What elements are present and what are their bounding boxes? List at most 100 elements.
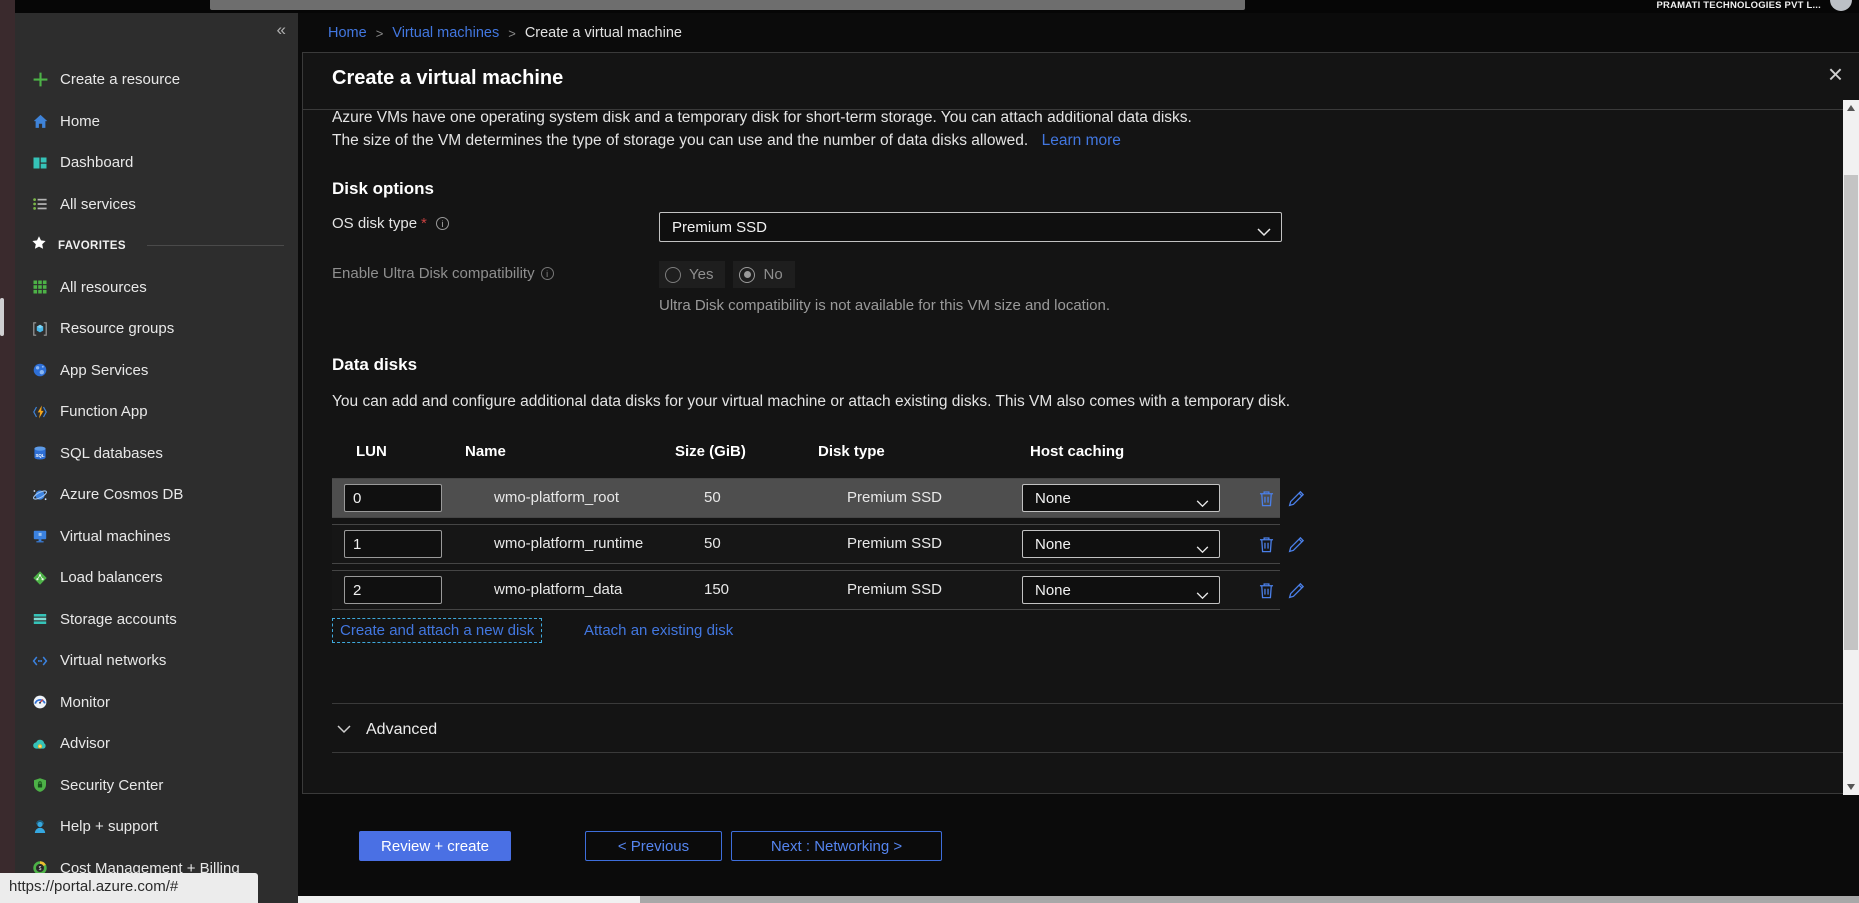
disk-size: 50 xyxy=(704,535,721,552)
disk-type: Premium SSD xyxy=(847,581,942,598)
sidebar-item-virtual-machines[interactable]: Virtual machines xyxy=(15,516,298,558)
window-edge-strip xyxy=(0,0,15,903)
sidebar-item-load-balancers[interactable]: Load balancers xyxy=(15,557,298,599)
tenant-name[interactable]: PRAMATI TECHNOLOGIES PVT L... xyxy=(1657,0,1822,13)
os-disk-type-dropdown[interactable]: Premium SSD xyxy=(659,212,1282,242)
host-caching-value: None xyxy=(1035,536,1071,553)
sidebar-item-storage-accounts[interactable]: Storage accounts xyxy=(15,599,298,641)
os-disk-type-value: Premium SSD xyxy=(672,219,767,236)
ultra-disk-radio-no[interactable]: No xyxy=(733,261,794,288)
radio-yes-label: Yes xyxy=(689,266,713,283)
ultra-disk-label-row: Enable Ultra Disk compatibility xyxy=(332,265,554,282)
sidebar-menu: Create a resource Home Dashboard All ser… xyxy=(15,59,298,889)
edit-disk-icon[interactable] xyxy=(1287,534,1307,556)
lun-input[interactable] xyxy=(344,484,442,512)
function-app-icon xyxy=(31,403,49,421)
sidebar-item-all-resources[interactable]: All resources xyxy=(15,267,298,309)
sidebar-item-help-support[interactable]: Help + support xyxy=(15,806,298,848)
sidebar-item-advisor[interactable]: Advisor xyxy=(15,723,298,765)
avatar[interactable] xyxy=(1830,0,1852,11)
horizontal-scrollbar[interactable] xyxy=(298,896,1859,903)
sidebar-item-label: Create a resource xyxy=(60,71,180,88)
radio-unselected-icon xyxy=(665,267,681,283)
ultra-disk-radio-yes[interactable]: Yes xyxy=(659,261,725,288)
breadcrumb: Home > Virtual machines > Create a virtu… xyxy=(328,21,682,45)
star-icon xyxy=(31,235,47,256)
create-attach-new-disk-link[interactable]: Create and attach a new disk xyxy=(332,618,542,643)
radio-no-label: No xyxy=(763,266,782,283)
sidebar-item-label: App Services xyxy=(60,362,148,379)
host-caching-dropdown[interactable]: None xyxy=(1022,576,1220,604)
sidebar-item-label: Help + support xyxy=(60,818,158,835)
host-caching-value: None xyxy=(1035,582,1071,599)
host-caching-dropdown[interactable]: None xyxy=(1022,530,1220,558)
sidebar-item-function-app[interactable]: Function App xyxy=(15,391,298,433)
radio-selected-icon xyxy=(739,267,755,283)
sidebar-item-dashboard[interactable]: Dashboard xyxy=(15,142,298,184)
divider xyxy=(332,703,1843,704)
breadcrumb-virtual-machines[interactable]: Virtual machines xyxy=(392,25,499,41)
info-icon[interactable] xyxy=(541,267,554,280)
info-icon[interactable] xyxy=(436,217,449,230)
plus-icon xyxy=(31,71,49,89)
sidebar-item-azure-cosmos-db[interactable]: Azure Cosmos DB xyxy=(15,474,298,516)
delete-disk-icon[interactable] xyxy=(1257,488,1277,510)
delete-disk-icon[interactable] xyxy=(1257,534,1277,556)
disk-options-heading: Disk options xyxy=(332,179,434,199)
favorites-label: FAVORITES xyxy=(58,240,126,252)
scrollbar-thumb[interactable] xyxy=(1844,175,1858,650)
sidebar-item-label: Virtual machines xyxy=(60,528,171,545)
intro-line-2: The size of the VM determines the type o… xyxy=(332,132,1028,149)
main-content: Home > Virtual machines > Create a virtu… xyxy=(298,13,1859,903)
chevron-down-icon xyxy=(1257,224,1271,241)
sidebar-item-home[interactable]: Home xyxy=(15,101,298,143)
lun-input[interactable] xyxy=(344,576,442,604)
all-services-icon xyxy=(31,195,49,213)
sidebar-item-app-services[interactable]: App Services xyxy=(15,350,298,392)
sidebar-item-sql-databases[interactable]: SQL SQL databases xyxy=(15,433,298,475)
scrollbar-thumb[interactable] xyxy=(640,896,1859,903)
azure-portal-window: PRAMATI TECHNOLOGIES PVT L... « Create a… xyxy=(0,0,1859,903)
sidebar-item-monitor[interactable]: Monitor xyxy=(15,682,298,724)
page-title: Create a virtual machine xyxy=(332,67,563,90)
lun-input[interactable] xyxy=(344,530,442,558)
review-create-button[interactable]: Review + create xyxy=(359,831,511,861)
favorites-header: FAVORITES xyxy=(15,225,298,267)
sidebar-item-create-a-resource[interactable]: Create a resource xyxy=(15,59,298,101)
data-disks-heading: Data disks xyxy=(332,355,417,375)
storage-accounts-icon xyxy=(31,610,49,628)
edit-disk-icon[interactable] xyxy=(1287,580,1307,602)
previous-button[interactable]: < Previous xyxy=(585,831,722,861)
sidebar-item-label: Dashboard xyxy=(60,154,133,171)
scroll-down-icon[interactable] xyxy=(1847,784,1855,790)
host-caching-dropdown[interactable]: None xyxy=(1022,484,1220,512)
sidebar-item-security-center[interactable]: Security Center xyxy=(15,765,298,807)
global-search-bar[interactable] xyxy=(210,0,1245,10)
learn-more-link[interactable]: Learn more xyxy=(1042,132,1121,149)
sidebar-collapse-button[interactable]: « xyxy=(277,20,286,40)
close-icon[interactable]: × xyxy=(1828,59,1843,89)
sidebar-item-label: Function App xyxy=(60,403,148,420)
attach-existing-disk-link[interactable]: Attach an existing disk xyxy=(584,622,733,639)
vertical-scrollbar[interactable] xyxy=(1843,100,1859,795)
sidebar-item-resource-groups[interactable]: Resource groups xyxy=(15,308,298,350)
sql-databases-icon: SQL xyxy=(31,444,49,462)
sidebar-item-virtual-networks[interactable]: Virtual networks xyxy=(15,640,298,682)
sidebar-item-all-services[interactable]: All services xyxy=(15,184,298,226)
advanced-section-toggle[interactable]: Advanced xyxy=(337,721,437,739)
edit-disk-icon[interactable] xyxy=(1287,488,1307,510)
resource-groups-icon xyxy=(31,320,49,338)
chevron-down-icon xyxy=(1196,587,1209,604)
panel-body: Azure VMs have one operating system disk… xyxy=(303,111,1859,793)
delete-disk-icon[interactable] xyxy=(1257,580,1277,602)
next-networking-button[interactable]: Next : Networking > xyxy=(731,831,942,861)
virtual-networks-icon xyxy=(31,652,49,670)
scroll-indicator xyxy=(0,298,4,336)
svg-text:$: $ xyxy=(39,866,42,872)
breadcrumb-home[interactable]: Home xyxy=(328,25,367,41)
disk-name: wmo-platform_root xyxy=(494,489,619,506)
all-resources-icon xyxy=(31,278,49,296)
scroll-up-icon[interactable] xyxy=(1847,105,1855,111)
advisor-icon xyxy=(31,735,49,753)
table-row: wmo-platform_root 50 Premium SSD None xyxy=(332,478,1280,518)
